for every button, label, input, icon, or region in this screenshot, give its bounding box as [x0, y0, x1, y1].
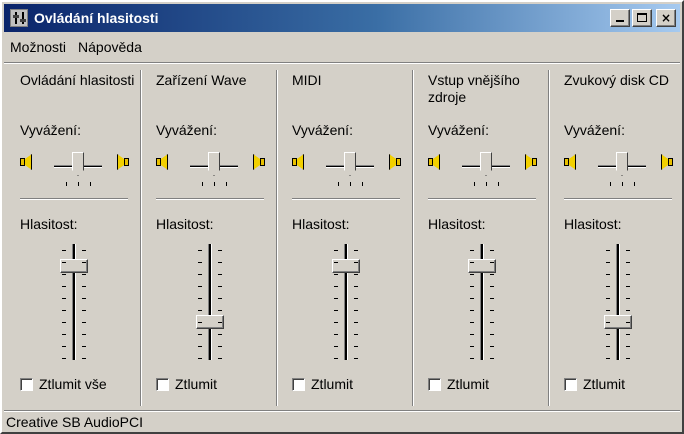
balance-slider[interactable] — [186, 150, 242, 190]
speaker-left-icon — [20, 152, 36, 172]
volume-slider[interactable] — [322, 244, 370, 364]
balance-label: Vyvážení: — [20, 122, 81, 138]
mute-checkbox[interactable]: Ztlumit — [428, 376, 489, 392]
volume-label: Hlasitost: — [156, 216, 214, 232]
mute-checkbox-box[interactable] — [564, 377, 577, 391]
speaker-left-icon — [564, 152, 580, 172]
mute-checkbox-box[interactable] — [428, 377, 441, 391]
status-text: Creative SB AudioPCI — [6, 414, 143, 430]
volume-slider[interactable] — [458, 244, 506, 364]
section-divider — [564, 198, 672, 200]
title-bar[interactable]: Ovládání hlasitosti × — [4, 4, 680, 32]
volume-slider[interactable] — [594, 244, 642, 364]
speaker-left-icon — [156, 152, 172, 172]
balance-slider-thumb[interactable] — [344, 152, 356, 176]
section-divider — [20, 198, 128, 200]
mute-checkbox-box[interactable] — [20, 377, 33, 391]
volume-label: Hlasitost: — [292, 216, 350, 232]
status-bar: Creative SB AudioPCI — [4, 410, 680, 432]
balance-slider[interactable] — [50, 150, 106, 190]
mute-label: Ztlumit — [311, 376, 353, 392]
mixer-columns: Ovládání hlasitosti Vyvážení: Hlasitost:… — [4, 66, 680, 406]
close-button[interactable]: × — [656, 9, 676, 27]
section-divider — [292, 198, 400, 200]
volume-label: Hlasitost: — [564, 216, 622, 232]
balance-label: Vyvážení: — [156, 122, 217, 138]
channel-title: MIDI — [292, 72, 322, 88]
volume-label: Hlasitost: — [428, 216, 486, 232]
speaker-left-icon — [428, 152, 444, 172]
maximize-button[interactable] — [632, 9, 652, 27]
speaker-right-icon — [250, 152, 266, 172]
mute-label: Ztlumit — [175, 376, 217, 392]
channel-column: Ovládání hlasitosti Vyvážení: Hlasitost:… — [4, 66, 140, 406]
mute-checkbox[interactable]: Ztlumit — [564, 376, 625, 392]
channel-title: Zařízení Wave — [156, 72, 247, 88]
menu-bar: Možnosti Nápověda — [4, 32, 680, 62]
speaker-left-icon — [292, 152, 308, 172]
mute-checkbox-box[interactable] — [156, 377, 169, 391]
section-divider — [156, 198, 264, 200]
mute-checkbox[interactable]: Ztlumit — [292, 376, 353, 392]
speaker-right-icon — [658, 152, 674, 172]
mute-label: Ztlumit — [447, 376, 489, 392]
balance-slider[interactable] — [594, 150, 650, 190]
channel-title: Vstup vnějšího zdroje — [428, 72, 520, 105]
balance-slider-thumb[interactable] — [616, 152, 628, 176]
maximize-icon — [637, 13, 647, 22]
minimize-button[interactable] — [610, 9, 630, 27]
close-icon: × — [660, 11, 672, 25]
volume-slider[interactable] — [186, 244, 234, 364]
window-title: Ovládání hlasitosti — [34, 10, 159, 26]
balance-slider-thumb[interactable] — [72, 152, 84, 176]
section-divider — [428, 198, 536, 200]
balance-slider-thumb[interactable] — [480, 152, 492, 176]
channel-column: Zařízení Wave Vyvážení: Hlasitost: Ztlum… — [140, 66, 276, 406]
channel-column: MIDI Vyvážení: Hlasitost: Ztlumit — [276, 66, 412, 406]
balance-label: Vyvážení: — [292, 122, 353, 138]
speaker-right-icon — [114, 152, 130, 172]
mute-checkbox[interactable]: Ztlumit — [156, 376, 217, 392]
channel-title: Ovládání hlasitosti — [20, 72, 135, 88]
volume-slider[interactable] — [50, 244, 98, 364]
mute-checkbox[interactable]: Ztlumit vše — [20, 376, 107, 392]
channel-column: Zvukový disk CD Vyvážení: Hlasitost: Ztl… — [548, 66, 684, 406]
balance-slider[interactable] — [322, 150, 378, 190]
balance-label: Vyvážení: — [428, 122, 489, 138]
speaker-right-icon — [386, 152, 402, 172]
menu-napoveda[interactable]: Nápověda — [72, 39, 148, 55]
volume-label: Hlasitost: — [20, 216, 78, 232]
volume-app-icon — [10, 9, 28, 27]
balance-slider-thumb[interactable] — [208, 152, 220, 176]
mute-label: Ztlumit — [583, 376, 625, 392]
minimize-icon — [616, 20, 624, 22]
mute-label: Ztlumit vše — [39, 376, 107, 392]
balance-label: Vyvážení: — [564, 122, 625, 138]
channel-column: Vstup vnějšího zdroje Vyvážení: Hlasitos… — [412, 66, 548, 406]
speaker-right-icon — [522, 152, 538, 172]
balance-slider[interactable] — [458, 150, 514, 190]
mute-checkbox-box[interactable] — [292, 377, 305, 391]
menu-separator — [4, 62, 680, 64]
channel-title: Zvukový disk CD — [564, 72, 670, 88]
menu-moznosti[interactable]: Možnosti — [4, 39, 72, 55]
volume-control-window: Ovládání hlasitosti × Možnosti Nápověda … — [0, 0, 684, 434]
